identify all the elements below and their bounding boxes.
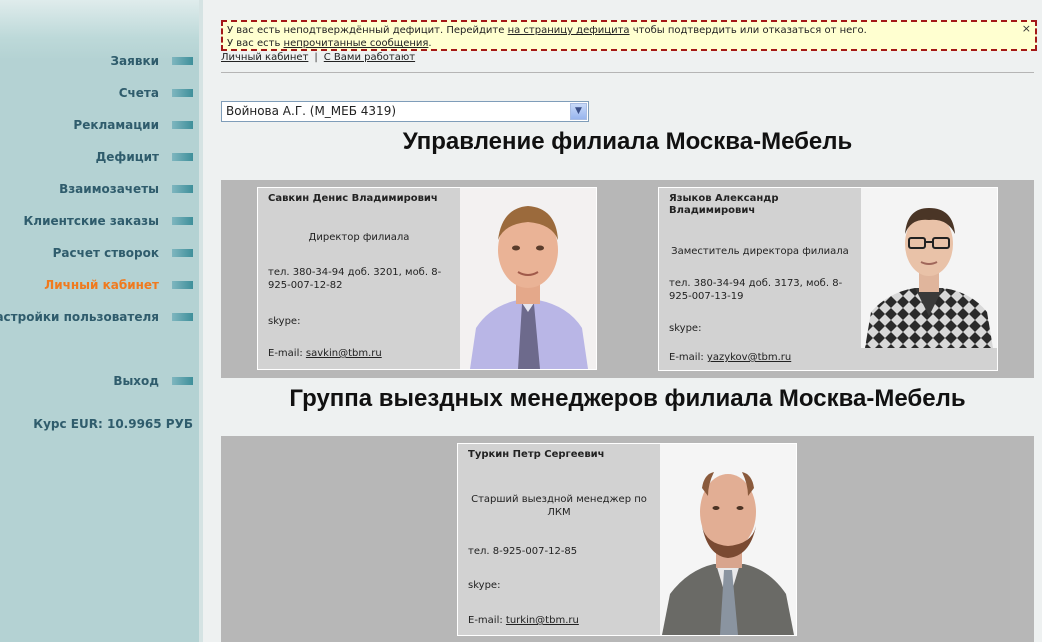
menu-marker-icon: [172, 313, 193, 321]
sidebar-item-label: Настройки пользователя: [0, 310, 159, 324]
person-phone: тел. 380-34-94 доб. 3173, моб. 8-925-007…: [669, 278, 843, 302]
email-link[interactable]: savkin@tbm.ru: [306, 348, 382, 359]
email-label: E-mail:: [268, 348, 306, 359]
menu-marker-icon: [172, 185, 193, 193]
email-link[interactable]: yazykov@tbm.ru: [707, 352, 791, 363]
menu-marker-icon: [172, 281, 193, 289]
menu-marker-icon: [172, 121, 193, 129]
email-label: E-mail:: [468, 615, 506, 626]
person-email: E-mail: savkin@tbm.ru: [268, 347, 450, 360]
person-name: Языков Александр Владимирович: [669, 193, 779, 216]
sidebar-item-label: Взаимозачеты: [59, 182, 159, 196]
person-card: Языков Александр Владимирович Заместител…: [658, 187, 998, 371]
notice-line-deficit: У вас есть неподтверждённый дефицит. Пер…: [227, 24, 1031, 37]
logout-label: Выход: [113, 374, 159, 388]
person-role: Заместитель директора филиала: [671, 246, 849, 257]
notice-text: чтобы подтвердить или отказаться от него…: [629, 25, 867, 36]
menu-marker-icon: [172, 377, 193, 385]
sidebar-item-client-orders[interactable]: Клиентские заказы: [23, 212, 193, 230]
person-skype: skype:: [468, 580, 501, 591]
person-email: E-mail: turkin@tbm.ru: [468, 614, 650, 627]
menu-marker-icon: [172, 249, 193, 257]
breadcrumb: Личный кабинет | С Вами работают: [221, 52, 415, 63]
notice-banner: У вас есть неподтверждённый дефицит. Пер…: [221, 20, 1037, 51]
sidebar-item-label: Счета: [118, 86, 159, 100]
card-info: Туркин Петр Сергеевич: [468, 449, 650, 461]
sidebar-item-complaints[interactable]: Рекламации: [73, 116, 193, 134]
person-name: Туркин Петр Сергеевич: [468, 449, 605, 460]
sidebar-item-label: Расчет створок: [52, 246, 159, 260]
menu-marker-icon: [172, 89, 193, 97]
person-card: Савкин Денис Владимирович Директор филиа…: [257, 187, 597, 370]
sidebar-item-logout[interactable]: Выход: [113, 372, 193, 390]
card-info: Савкин Денис Владимирович: [268, 193, 450, 205]
close-icon[interactable]: ×: [1022, 22, 1031, 35]
sidebar-item-sash-calc[interactable]: Расчет створок: [53, 244, 193, 262]
person-role: Директор филиала: [308, 232, 410, 243]
cabinet-link[interactable]: Личный кабинет: [221, 52, 308, 63]
person-phone: тел. 380-34-94 доб. 3201, моб. 8-925-007…: [268, 267, 442, 291]
card-info: Языков Александр Владимирович: [669, 193, 851, 217]
person-role: Старший выездной менеджер по ЛКМ: [471, 494, 647, 518]
email-label: E-mail:: [669, 352, 707, 363]
manager-select[interactable]: Войнова А.Г. (М_МЕБ 4319) ▼: [221, 101, 589, 122]
exchange-rate: Курс EUR: 10.9965 РУБ: [33, 417, 193, 431]
person-skype: skype:: [268, 316, 301, 327]
person-photo: [861, 188, 997, 348]
sidebar-item-label: Заявки: [110, 54, 159, 68]
manager-select-value: Войнова А.Г. (М_МЕБ 4319): [226, 104, 397, 118]
sidebar-item-cabinet[interactable]: Личный кабинет: [44, 276, 193, 294]
person-photo: [460, 188, 596, 369]
chevron-down-icon[interactable]: ▼: [570, 103, 587, 120]
notice-line-messages: У вас есть непрочитанные сообщения.: [227, 37, 1031, 50]
notice-text: У вас есть неподтверждённый дефицит. Пер…: [227, 25, 508, 36]
menu-marker-icon: [172, 217, 193, 225]
sidebar-item-label: Дефицит: [95, 150, 159, 164]
sidebar: Заявки Счета Рекламации Дефицит Взаимоза…: [0, 0, 203, 642]
section-management: Савкин Денис Владимирович Директор филиа…: [221, 180, 1034, 378]
sidebar-item-deficit[interactable]: Дефицит: [96, 148, 193, 166]
sidebar-item-requests[interactable]: Заявки: [111, 52, 193, 70]
section-title: Группа выездных менеджеров филиала Москв…: [289, 385, 966, 412]
section-field-managers: Туркин Петр Сергеевич Старший выездной м…: [221, 436, 1034, 642]
deficit-page-link[interactable]: на страницу дефицита: [508, 25, 630, 36]
sidebar-item-label: Личный кабинет: [44, 278, 159, 292]
notice-text: .: [428, 38, 432, 49]
email-link[interactable]: turkin@tbm.ru: [506, 615, 579, 626]
breadcrumb-separator: |: [314, 52, 318, 63]
person-phone: тел. 8-925-007-12-85: [468, 546, 578, 557]
menu-marker-icon: [172, 153, 193, 161]
menu-marker-icon: [172, 57, 193, 65]
person-card: Туркин Петр Сергеевич Старший выездной м…: [457, 443, 797, 636]
unread-messages-link[interactable]: непрочитанные сообщения: [284, 38, 429, 49]
divider: [221, 72, 1034, 73]
sidebar-item-user-settings[interactable]: Настройки пользователя: [0, 308, 193, 326]
team-link[interactable]: С Вами работают: [324, 52, 415, 63]
person-name: Савкин Денис Владимирович: [268, 193, 438, 204]
sidebar-item-offsets[interactable]: Взаимозачеты: [59, 180, 193, 198]
person-skype: skype:: [669, 323, 702, 334]
person-email: E-mail: yazykov@tbm.ru: [669, 351, 851, 364]
sidebar-item-label: Рекламации: [73, 118, 159, 132]
section-title: Управление филиала Москва-Мебель: [402, 128, 853, 155]
sidebar-item-label: Клиентские заказы: [23, 214, 159, 228]
person-photo: [660, 444, 796, 635]
sidebar-item-invoices[interactable]: Счета: [119, 84, 193, 102]
notice-text: У вас есть: [227, 38, 284, 49]
